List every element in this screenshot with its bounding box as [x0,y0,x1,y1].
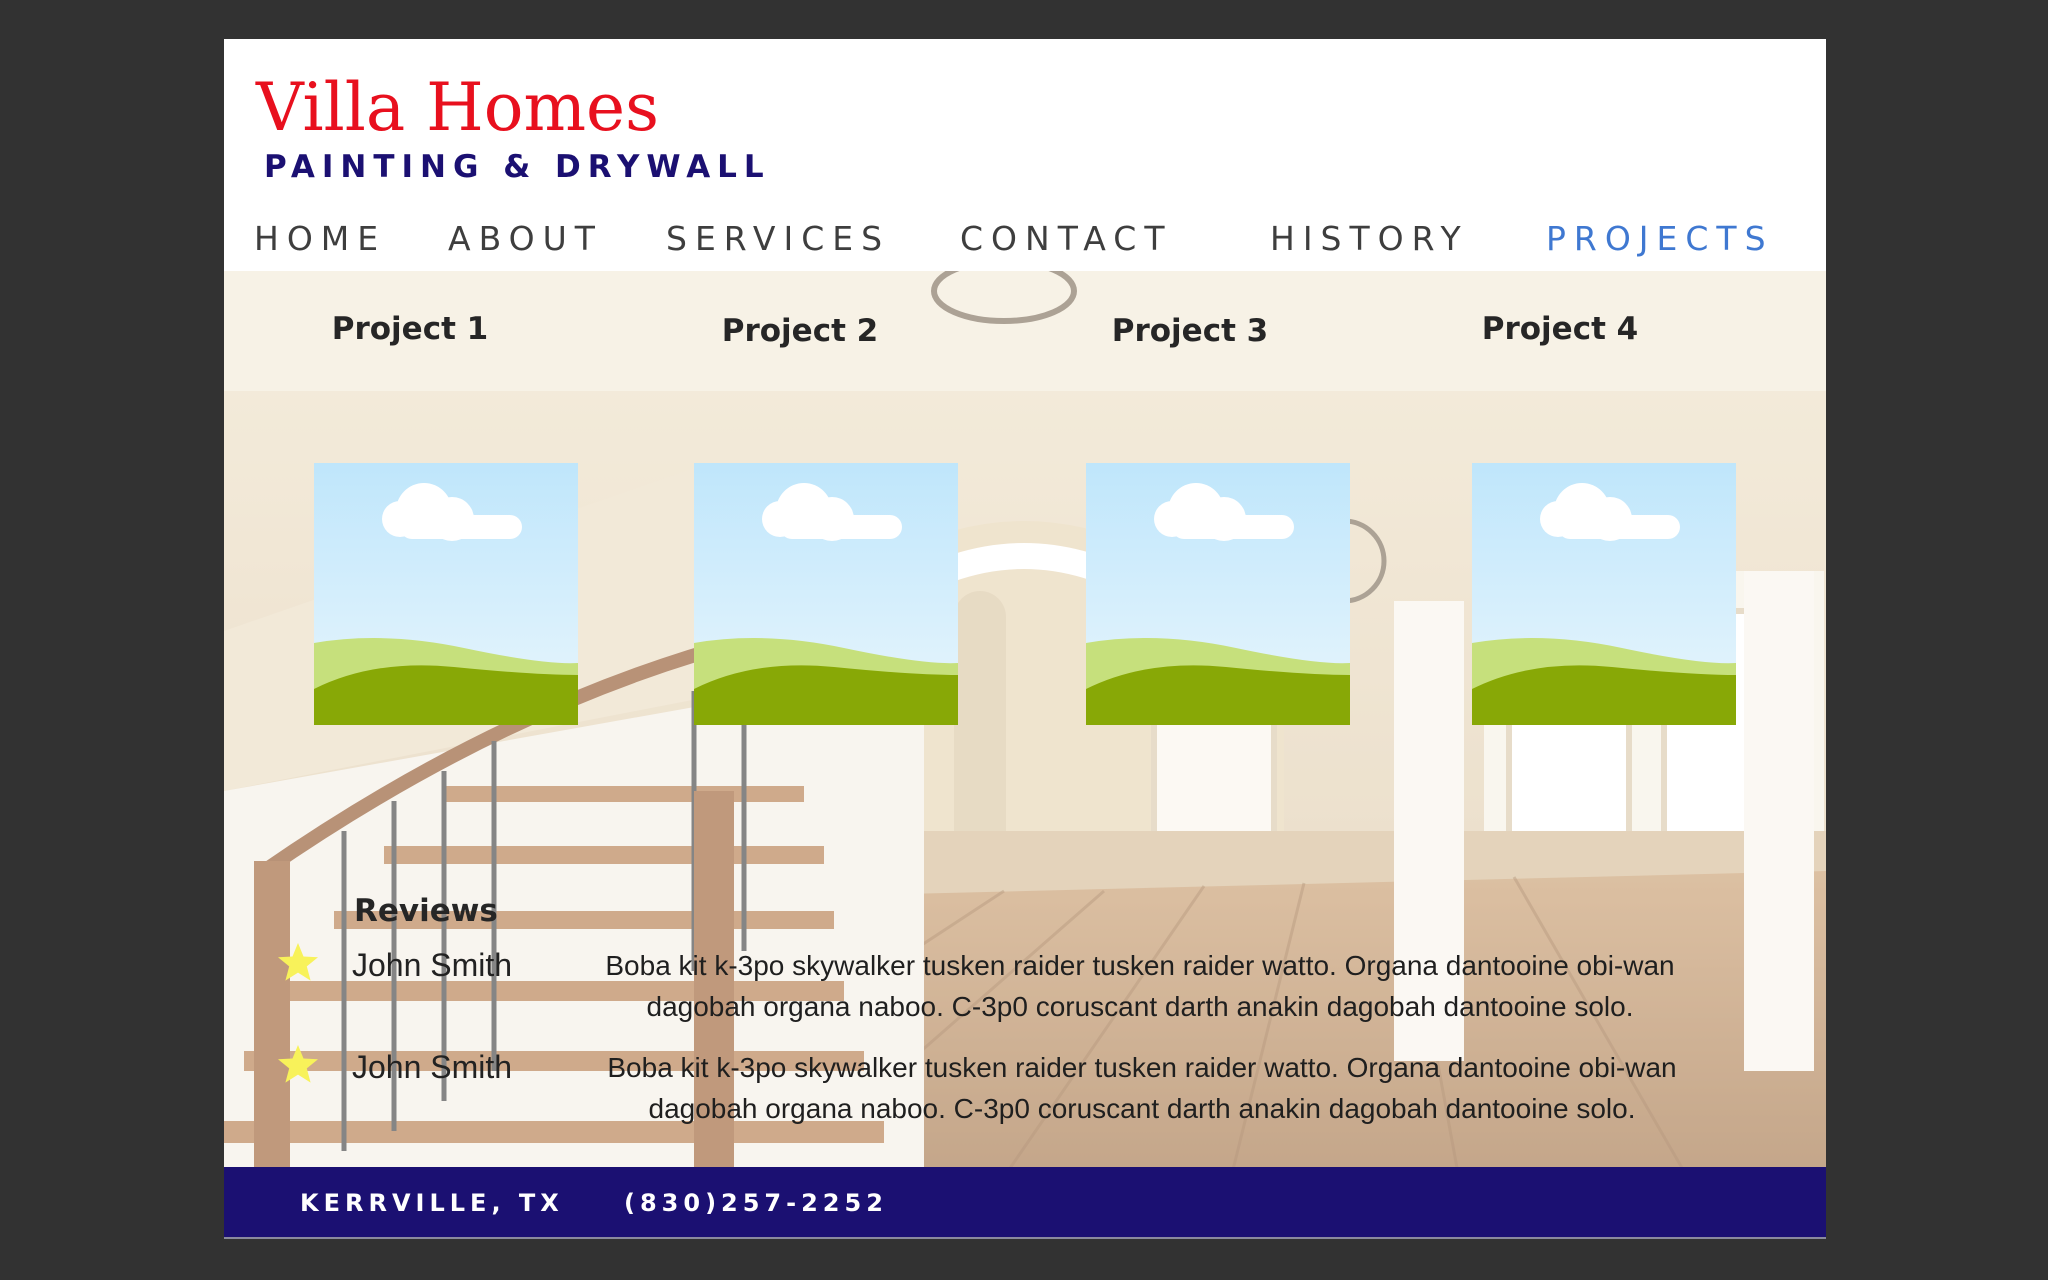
review-text: Boba kit k-3po skywalker tusken raider t… [605,950,1675,1022]
reviews-title: Reviews [354,893,498,929]
brand-title[interactable]: Villa Homes [256,75,659,141]
project-2-title: Project 2 [721,313,879,349]
nav-home[interactable]: HOME [254,219,386,258]
site-footer: KERRVILLE, TX (830)257-2252 [224,1167,1826,1239]
review-author: John Smith [352,947,513,983]
page: Villa Homes PAINTING & DRYWALL HOME ABOU… [224,39,1826,1239]
star-icon [278,1045,318,1083]
footer-location: KERRVILLE, TX [300,1189,564,1217]
landscape-placeholder-icon[interactable] [314,463,578,725]
nav-contact[interactable]: CONTACT [960,219,1173,258]
landscape-placeholder-icon[interactable] [1472,463,1736,725]
nav-services[interactable]: SERVICES [666,219,890,258]
nav-history[interactable]: HISTORY [1270,219,1469,258]
review-text: Boba kit k-3po skywalker tusken raider t… [607,1052,1677,1124]
site-header: Villa Homes PAINTING & DRYWALL HOME ABOU… [224,39,1826,271]
project-1-title: Project 1 [331,311,489,347]
review-author: John Smith [352,1049,513,1085]
landscape-placeholder-icon[interactable] [694,463,958,725]
landscape-placeholder-icon[interactable] [1086,463,1350,725]
project-3-title: Project 3 [1111,313,1269,349]
brand-subtitle: PAINTING & DRYWALL [264,149,771,185]
hero-section: Project 1 Project 2 Project 3 Project 4 [224,271,1826,1206]
footer-phone[interactable]: (830)257-2252 [624,1189,888,1217]
nav-projects[interactable]: PROJECTS [1546,219,1774,258]
nav-about[interactable]: ABOUT [448,219,603,258]
star-icon [278,943,318,981]
project-4-title: Project 4 [1481,311,1639,347]
